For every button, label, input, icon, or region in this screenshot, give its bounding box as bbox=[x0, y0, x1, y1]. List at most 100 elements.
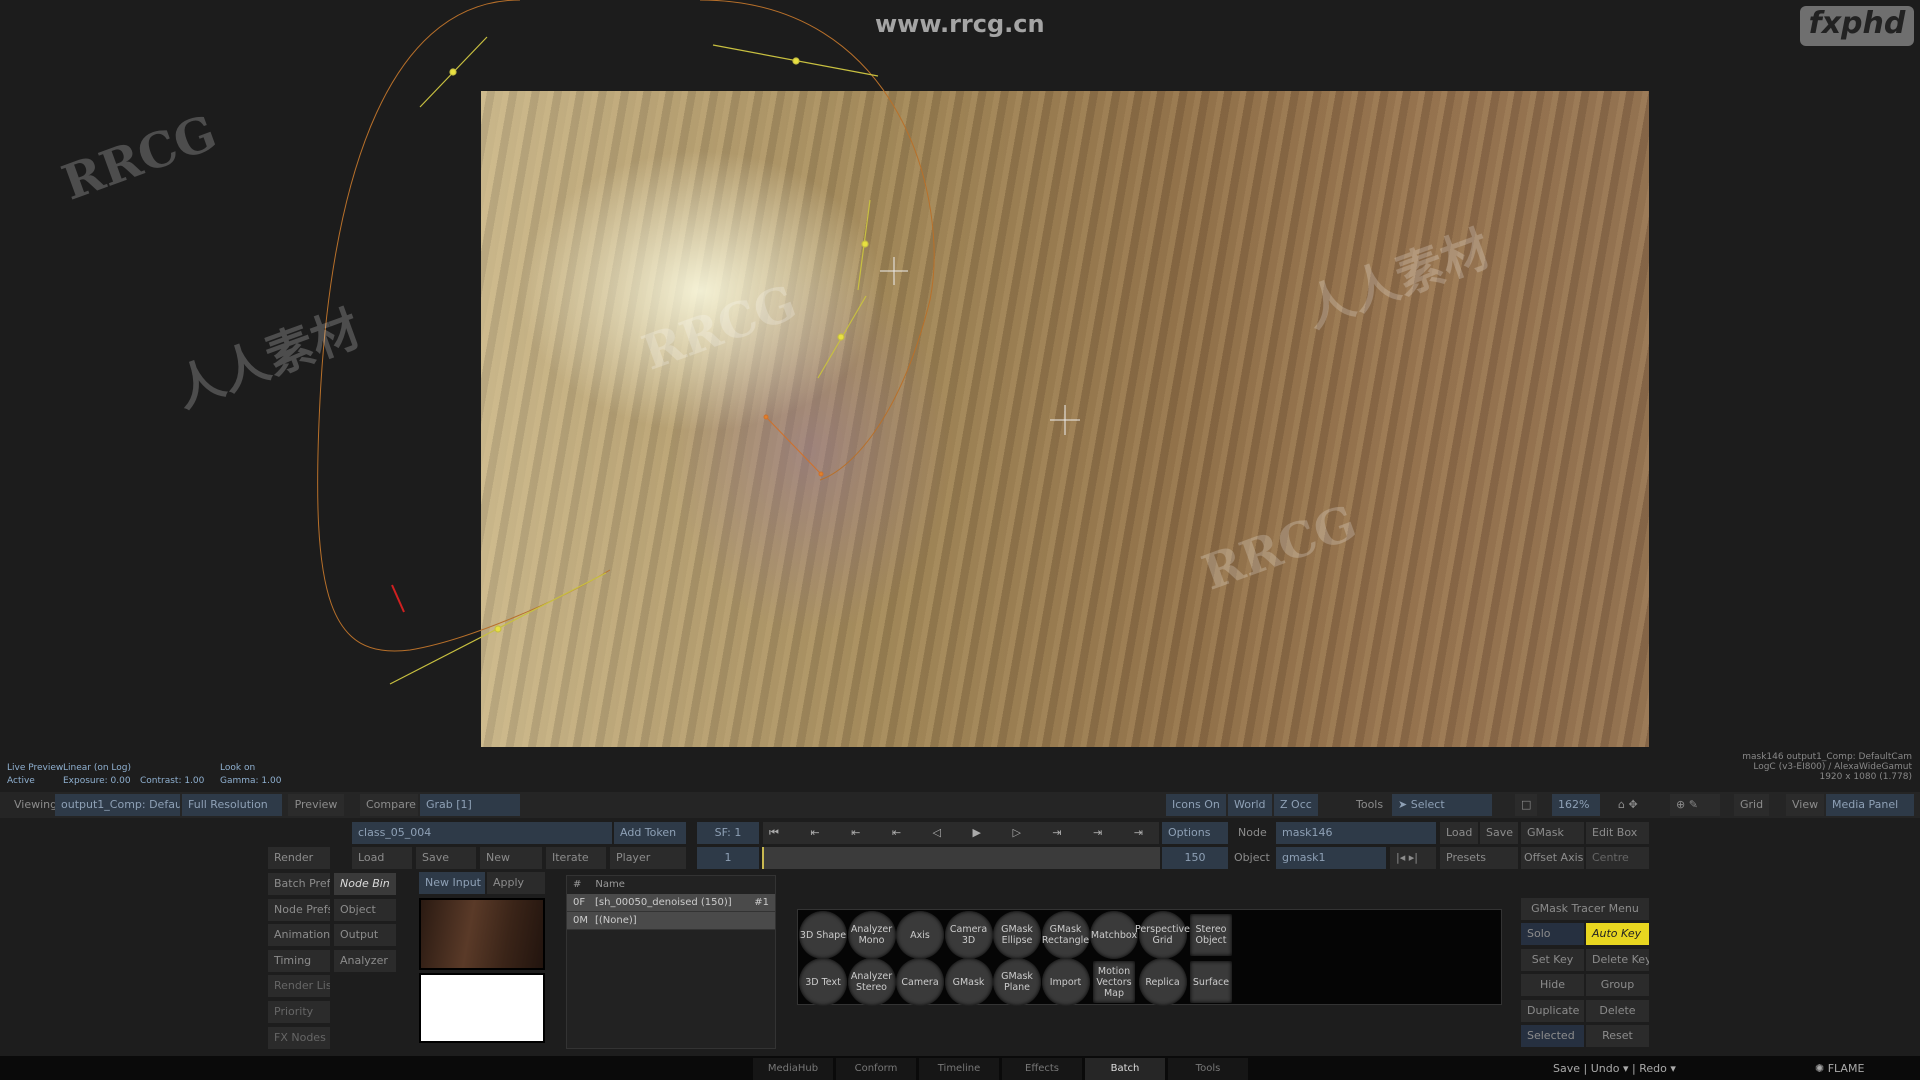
bin-node-perspective-grid[interactable]: Perspective Grid bbox=[1135, 911, 1190, 959]
preview-button[interactable]: Preview bbox=[288, 794, 344, 816]
tab-batch[interactable]: Batch bbox=[1085, 1058, 1165, 1080]
bin-node-3d-shape[interactable]: 3D Shape bbox=[799, 911, 847, 959]
menu-node-prefs[interactable]: Node Prefs bbox=[268, 898, 330, 921]
bin-node-gmask[interactable]: GMask bbox=[944, 958, 993, 1006]
tracer-delete-button[interactable]: Delete bbox=[1586, 999, 1649, 1022]
gmask-tracer-menu[interactable]: GMask Tracer Menu bbox=[1521, 898, 1649, 920]
compare-button[interactable]: Compare bbox=[360, 794, 418, 816]
tracer-hide-button[interactable]: Hide bbox=[1521, 974, 1584, 997]
node-list-row[interactable]: 0M [(None)] bbox=[567, 912, 775, 930]
start-frame-field[interactable]: SF: 1 bbox=[697, 822, 759, 844]
node-name-field[interactable]: mask146 bbox=[1276, 822, 1436, 844]
global-save-button[interactable]: Save bbox=[1553, 1062, 1580, 1075]
menu-timing[interactable]: Timing bbox=[268, 949, 330, 972]
tab-mediahub[interactable]: MediaHub bbox=[753, 1058, 833, 1080]
zoom-select[interactable]: 162% bbox=[1552, 794, 1600, 816]
options-select[interactable]: Options bbox=[1162, 822, 1228, 844]
bin-node-gmask-ellipse[interactable]: GMask Ellipse bbox=[993, 911, 1041, 959]
tracer-reset-button[interactable]: Reset bbox=[1586, 1025, 1649, 1048]
bin-node-replica[interactable]: Replica bbox=[1138, 958, 1187, 1006]
menu-fx-nodes[interactable]: FX Nodes bbox=[268, 1026, 330, 1049]
new-input-button[interactable]: New Input bbox=[419, 872, 485, 894]
tracer-set-key-button[interactable]: Set Key bbox=[1521, 948, 1584, 971]
tracer-auto-key-button[interactable]: Auto Key bbox=[1586, 923, 1649, 945]
tracer-selected-button[interactable]: Selected bbox=[1521, 1025, 1584, 1048]
viewing-output-select[interactable]: output1_Comp: Default bbox=[55, 794, 180, 816]
tab-tools[interactable]: Tools bbox=[1168, 1058, 1248, 1080]
bin-node-analyzer-stereo[interactable]: Analyzer Stereo bbox=[847, 958, 896, 1006]
thumbnail-front[interactable] bbox=[419, 898, 545, 970]
world-toggle[interactable]: World bbox=[1228, 794, 1272, 816]
tab-timeline[interactable]: Timeline bbox=[919, 1058, 999, 1080]
new-button[interactable]: New bbox=[480, 847, 542, 869]
object-field[interactable]: gmask1 bbox=[1276, 847, 1386, 869]
resolution-select[interactable]: Full Resolution bbox=[182, 794, 282, 816]
redo-button[interactable]: Redo bbox=[1639, 1062, 1667, 1075]
home-pan-icons[interactable]: ⌂ ✥ bbox=[1612, 794, 1656, 816]
centre-button[interactable]: Centre bbox=[1586, 847, 1649, 869]
menu-batch-prefs[interactable]: Batch Prefs bbox=[268, 873, 330, 895]
icons-on-toggle[interactable]: Icons On bbox=[1166, 794, 1226, 816]
bin-node-motion-vectors-map[interactable]: Motion Vectors Map bbox=[1093, 961, 1135, 1003]
info-line: mask146 output1_Comp: DefaultCam bbox=[1742, 752, 1912, 762]
view-button[interactable]: View bbox=[1786, 794, 1825, 816]
bin-node-analyzer-mono[interactable]: Analyzer Mono bbox=[847, 911, 896, 959]
tracer-delete-key-button[interactable]: Delete Key bbox=[1586, 948, 1649, 971]
offset-axis-button[interactable]: Offset Axis bbox=[1521, 847, 1584, 869]
viewer[interactable]: www.rrcg.cn fxphd RRCG RRCG RRCG 人人素材 人人… bbox=[0, 0, 1920, 760]
bin-node-gmask-rectangle[interactable]: GMask Rectangle bbox=[1041, 911, 1090, 959]
contrast-label: Contrast: 1.00 bbox=[140, 776, 205, 786]
node-save-button[interactable]: Save bbox=[1480, 822, 1518, 844]
bin-node-axis[interactable]: Axis bbox=[896, 911, 944, 959]
save-button[interactable]: Save bbox=[416, 847, 476, 869]
render-button[interactable]: Render bbox=[268, 847, 330, 869]
apply-button[interactable]: Apply bbox=[487, 872, 545, 894]
edit-box-button[interactable]: Edit Box bbox=[1586, 822, 1649, 844]
bin-node-matchbox[interactable]: Matchbox bbox=[1090, 911, 1138, 959]
node-list-row[interactable]: 0F [sh_00050_denoised (150)] #1 bbox=[567, 894, 775, 912]
frame-icon[interactable]: □ bbox=[1515, 794, 1537, 816]
bin-node-3d-text[interactable]: 3D Text bbox=[799, 958, 847, 1006]
bin-node-surface[interactable]: Surface bbox=[1190, 961, 1232, 1003]
bin-node-import[interactable]: Import bbox=[1041, 958, 1090, 1006]
grab-select[interactable]: Grab [1] bbox=[420, 794, 520, 816]
undo-button[interactable]: Undo bbox=[1591, 1062, 1620, 1075]
grid-select[interactable]: Grid bbox=[1734, 794, 1770, 816]
menu-object[interactable]: Object bbox=[334, 898, 396, 921]
gmask-label: GMask bbox=[1521, 822, 1584, 844]
load-button[interactable]: Load bbox=[352, 847, 412, 869]
timeline-scrubber[interactable] bbox=[762, 847, 1160, 869]
bin-node-camera-3d[interactable]: Camera 3D bbox=[944, 911, 993, 959]
select-tool[interactable]: ➤ Select bbox=[1392, 794, 1492, 816]
current-frame-field[interactable]: 1 bbox=[697, 847, 759, 869]
menu-node-bin[interactable]: Node Bin bbox=[334, 873, 396, 895]
zocc-toggle[interactable]: Z Occ bbox=[1274, 794, 1318, 816]
node-load-button[interactable]: Load bbox=[1440, 822, 1478, 844]
thumbnail-matte[interactable] bbox=[419, 973, 545, 1043]
player-button[interactable]: Player bbox=[610, 847, 686, 869]
tab-effects[interactable]: Effects bbox=[1002, 1058, 1082, 1080]
media-panel-select[interactable]: Media Panel bbox=[1826, 794, 1914, 816]
presets-select[interactable]: Presets bbox=[1440, 847, 1518, 869]
bin-node-camera[interactable]: Camera bbox=[896, 958, 944, 1006]
tracer-duplicate-button[interactable]: Duplicate bbox=[1521, 999, 1584, 1022]
target-eyedropper-icon[interactable]: ⊕ ✎ bbox=[1670, 794, 1720, 816]
menu-analyzer[interactable]: Analyzer bbox=[334, 949, 396, 972]
tab-conform[interactable]: Conform bbox=[836, 1058, 916, 1080]
tracer-group-button[interactable]: Group bbox=[1586, 974, 1649, 997]
menu-render-list[interactable]: Render List bbox=[268, 975, 330, 998]
row-name: [sh_00050_denoised (150)] bbox=[595, 897, 732, 908]
flame-menu[interactable]: ✺ FLAME bbox=[1815, 1062, 1864, 1075]
add-token-button[interactable]: Add Token bbox=[614, 822, 686, 844]
tracer-solo-button[interactable]: Solo bbox=[1521, 923, 1584, 945]
menu-animation[interactable]: Animation bbox=[268, 924, 330, 947]
prev-next-key-icons[interactable]: |◂ ▸| bbox=[1390, 847, 1436, 869]
menu-priority[interactable]: Priority bbox=[268, 1001, 330, 1023]
bin-node-gmask-plane[interactable]: GMask Plane bbox=[993, 958, 1041, 1006]
transport-controls[interactable]: ⏮ ⇤ ⇤ ⇤ ◁ ▶ ▷ ⇥ ⇥ ⇥ ⏭ bbox=[763, 822, 1159, 844]
iterate-button[interactable]: Iterate bbox=[546, 847, 606, 869]
end-frame-field[interactable]: 150 bbox=[1162, 847, 1228, 869]
batch-name-field[interactable]: class_05_004 bbox=[352, 822, 612, 844]
bin-node-stereo-object[interactable]: Stereo Object bbox=[1190, 914, 1232, 956]
menu-output[interactable]: Output bbox=[334, 924, 396, 947]
